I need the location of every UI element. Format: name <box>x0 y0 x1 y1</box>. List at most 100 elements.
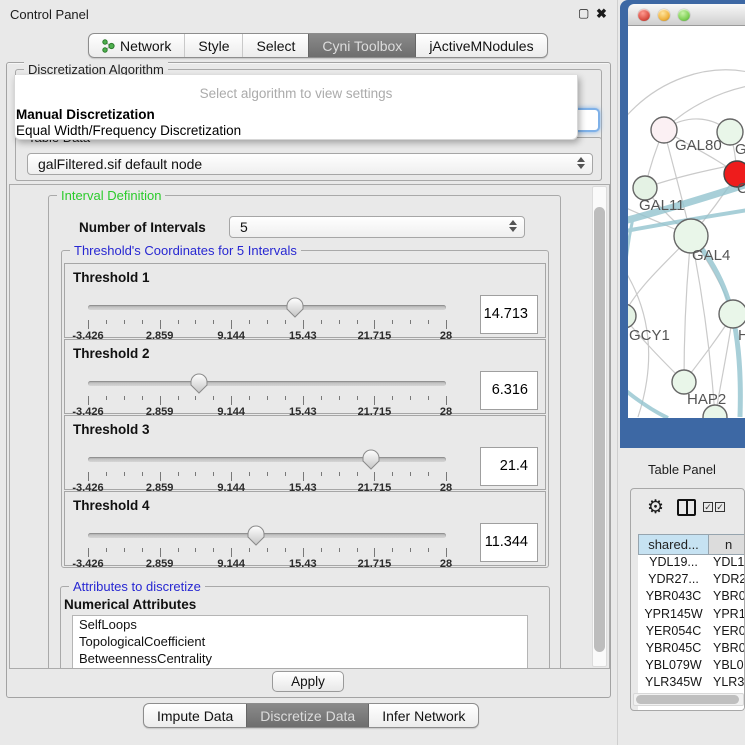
slider-thumb-icon[interactable] <box>246 524 266 546</box>
table-row[interactable]: YLR345WYLR3 <box>638 675 745 692</box>
scrollbar-thumb[interactable] <box>594 207 605 652</box>
shared-name-cell[interactable]: YLR345W <box>638 675 709 692</box>
threshold-label: Threshold 4 <box>73 498 150 513</box>
table-row[interactable]: YBL079WYBL0 <box>638 658 745 675</box>
combo-stepper-icon <box>577 157 585 169</box>
threshold-value-field[interactable]: 11.344 <box>480 523 538 562</box>
shared-name-cell[interactable]: YDL19... <box>638 555 709 572</box>
network-window-titlebar[interactable] <box>628 4 745 26</box>
table-horizontal-scrollbar[interactable] <box>633 693 744 706</box>
threshold-value-field[interactable]: 21.4 <box>480 447 538 486</box>
algorithm-dropdown-popup: Select algorithm to view settings Manual… <box>14 75 578 140</box>
node-gal80[interactable] <box>651 117 677 143</box>
attributes-group: Attributes to discretize Numerical Attri… <box>60 586 550 669</box>
table-row[interactable]: YDR27...YDR2 <box>638 572 745 589</box>
interval-definition-group: Interval Definition Number of Intervals … <box>48 195 561 669</box>
table-panel: ⚙ ✓ ✓ shared... n YDL19...YDL1YDR27...YD… <box>630 488 745 711</box>
control-panel-header: Control Panel ▢ ✖ <box>0 0 617 28</box>
table-row[interactable]: YBR045CYBR0 <box>638 641 745 658</box>
node-label: HAP2 <box>687 391 726 408</box>
float-window-icon[interactable]: ▢ <box>578 6 589 20</box>
algorithm-hint: Select algorithm to view settings <box>15 86 577 101</box>
tab-select[interactable]: Select <box>242 34 308 57</box>
close-traffic-light-icon[interactable] <box>638 9 650 21</box>
slider-thumb-icon[interactable] <box>285 296 305 318</box>
table-row[interactable]: YPR145WYPR1 <box>638 607 745 624</box>
table-data-combo[interactable]: galFiltered.sif default node <box>27 153 593 175</box>
slider-thumb-icon[interactable] <box>361 448 381 470</box>
shared-name-cell[interactable]: YBL079W <box>638 658 709 675</box>
slider-ticks <box>88 320 446 330</box>
table-row[interactable]: YER054CYER0 <box>638 624 745 641</box>
settings-scrollbar[interactable] <box>592 186 607 667</box>
name-cell[interactable]: YBL0 <box>709 658 745 675</box>
table-row[interactable]: YDL19...YDL1 <box>638 555 745 572</box>
threshold-value-field[interactable]: 6.316 <box>480 371 538 410</box>
threshold-value-field[interactable]: 14.713 <box>480 295 538 334</box>
threshold-slider[interactable]: -3.4262.8599.14415.4321.71528 <box>88 448 446 490</box>
column-layout-icon[interactable] <box>677 499 696 516</box>
name-cell[interactable]: YPR1 <box>709 607 745 624</box>
checkbox-icon[interactable]: ✓ <box>703 502 713 512</box>
slider-ticks <box>88 548 446 558</box>
column-header-shared-name[interactable]: shared... <box>638 534 709 555</box>
slider-track[interactable] <box>88 457 446 462</box>
gear-icon[interactable]: ⚙ <box>647 496 664 519</box>
tab-cyni-toolbox[interactable]: Cyni Toolbox <box>308 34 415 57</box>
threshold-label: Threshold 1 <box>73 270 150 285</box>
numerical-attributes-list[interactable]: SelfLoops TopologicalCoefficient Between… <box>72 615 528 669</box>
list-item[interactable]: BetweennessCentrality <box>73 650 527 667</box>
right-side: GAL80 G C GAL11 GAL4 GCY1 H HAP2 Table P… <box>618 0 745 745</box>
name-cell[interactable]: YDR2 <box>709 572 745 589</box>
name-cell[interactable]: YER0 <box>709 624 745 641</box>
network-view-window[interactable]: GAL80 G C GAL11 GAL4 GCY1 H HAP2 <box>620 0 745 448</box>
tab-impute-data[interactable]: Impute Data <box>144 704 246 727</box>
number-of-intervals-combo[interactable]: 5 <box>229 216 525 238</box>
name-cell[interactable]: YBR0 <box>709 641 745 658</box>
tab-discretize-data[interactable]: Discretize Data <box>246 704 368 727</box>
attributes-group-label: Attributes to discretize <box>69 579 205 594</box>
slider-track[interactable] <box>88 305 446 310</box>
shared-name-cell[interactable]: YDR27... <box>638 572 709 589</box>
slider-thumb-icon[interactable] <box>189 372 209 394</box>
apply-button[interactable]: Apply <box>272 671 344 692</box>
name-cell[interactable]: YBR0 <box>709 589 745 606</box>
checkbox-icon[interactable]: ✓ <box>715 502 725 512</box>
algorithm-option-equal-width[interactable]: Equal Width/Frequency Discretization <box>16 123 241 138</box>
threshold-slider[interactable]: -3.4262.8599.14415.4321.71528 <box>88 524 446 566</box>
list-item[interactable]: SelfLoops <box>73 616 527 633</box>
list-item[interactable]: TopologicalCoefficient <box>73 633 527 650</box>
node-label: GCY1 <box>629 327 670 344</box>
node-label: GAL11 <box>639 197 685 214</box>
slider-track[interactable] <box>88 533 446 538</box>
tab-infer-network[interactable]: Infer Network <box>368 704 478 727</box>
threshold-row: Threshold 3 -3.4262.8599.14415.4321.71528… <box>64 415 546 490</box>
algorithm-option-manual[interactable]: Manual Discretization <box>16 107 155 122</box>
node-label: GAL80 <box>675 137 722 154</box>
zoom-traffic-light-icon[interactable] <box>678 9 690 21</box>
network-canvas[interactable]: GAL80 G C GAL11 GAL4 GCY1 H HAP2 <box>628 26 745 418</box>
scrollbar-thumb[interactable] <box>636 695 739 704</box>
minimize-traffic-light-icon[interactable] <box>658 9 670 21</box>
shared-name-cell[interactable]: YBR045C <box>638 641 709 658</box>
shared-name-cell[interactable]: YPR145W <box>638 607 709 624</box>
table-row[interactable]: YBR043CYBR0 <box>638 589 745 606</box>
name-cell[interactable]: YDL1 <box>709 555 745 572</box>
node-gcy1[interactable] <box>628 304 636 328</box>
threshold-label: Threshold 3 <box>73 422 150 437</box>
number-of-intervals-label: Number of Intervals <box>79 220 206 235</box>
table-toolbar: ⚙ ✓ ✓ <box>631 489 744 531</box>
shared-name-cell[interactable]: YER054C <box>638 624 709 641</box>
node-h[interactable] <box>719 300 745 328</box>
tab-network[interactable]: Network <box>89 34 184 57</box>
shared-name-cell[interactable]: YBR043C <box>638 589 709 606</box>
tab-jactivemodules[interactable]: jActiveMNodules <box>415 34 546 57</box>
name-cell[interactable]: YLR3 <box>709 675 745 692</box>
column-header-name[interactable]: n <box>709 534 745 555</box>
tab-style[interactable]: Style <box>184 34 242 57</box>
close-panel-icon[interactable]: ✖ <box>596 6 607 22</box>
threshold-slider[interactable]: -3.4262.8599.14415.4321.71528 <box>88 296 446 338</box>
threshold-slider[interactable]: -3.4262.8599.14415.4321.71528 <box>88 372 446 414</box>
slider-track[interactable] <box>88 381 446 386</box>
numerical-attributes-label: Numerical Attributes <box>64 597 196 612</box>
